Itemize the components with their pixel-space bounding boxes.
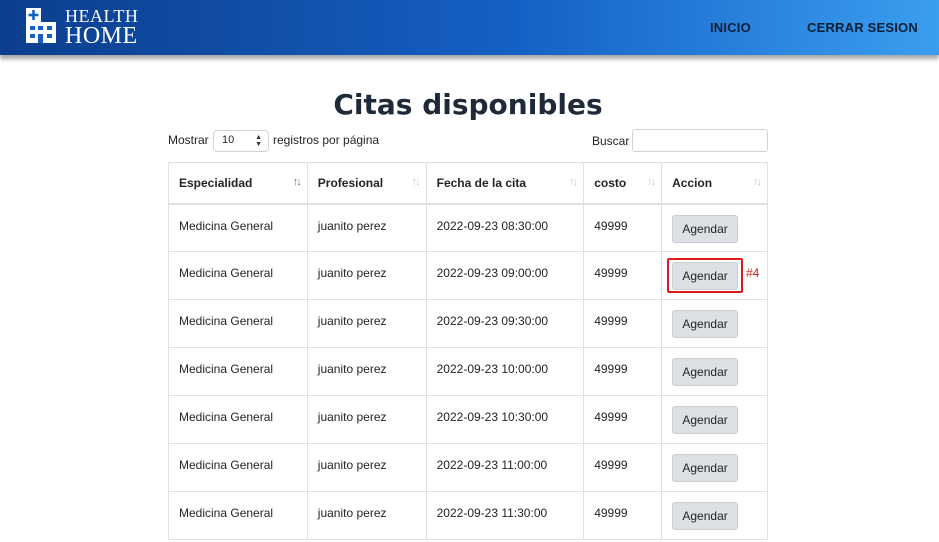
agendar-button[interactable]: Agendar — [672, 406, 739, 434]
sort-arrows-icon: ↑↓ — [569, 176, 578, 188]
especialidad-cell: Medicina General — [168, 203, 308, 252]
profesional-cell: juanito perez — [306, 443, 427, 492]
brand-logo[interactable]: HEALTH HOME — [25, 6, 165, 48]
page-length-value: 10 — [222, 134, 235, 146]
profesional-cell: juanito perez — [306, 347, 427, 396]
profesional-cell: juanito perez — [306, 491, 427, 540]
agendar-button[interactable]: Agendar — [672, 454, 739, 482]
column-header-label: Profesional — [317, 175, 384, 190]
appointments-table: Especialidad ↑↓ Profesional ↑↓ Fecha de la… — [168, 162, 768, 540]
table-row: Medicina General juanito perez 2022-09-2… — [168, 491, 768, 540]
profesional-cell: juanito perez — [306, 251, 427, 300]
accion-cell: Agendar — [661, 443, 768, 492]
profesional-cell: juanito perez — [306, 395, 427, 444]
table-row: Medicina General juanito perez 2022-09-2… — [168, 443, 768, 492]
fecha-cell: 2022-09-23 09:30:00 — [425, 299, 585, 348]
fecha-cell: 2022-09-23 11:00:00 — [425, 443, 585, 492]
accion-cell: Agendar — [661, 203, 768, 252]
fecha-cell: 2022-09-23 09:00:00 — [425, 251, 585, 300]
accion-cell: Agendar — [661, 347, 768, 396]
nav-inicio-link[interactable]: INICIO — [710, 20, 751, 35]
especialidad-cell: Medicina General — [168, 299, 308, 348]
column-header-costo[interactable]: costo ↑↓ — [583, 162, 663, 205]
agendar-button[interactable]: Agendar — [672, 310, 739, 338]
sort-arrows-icon: ↑↓ — [292, 176, 302, 188]
column-header-accion[interactable]: Accion ↑↓ — [661, 162, 768, 205]
table-row: Medicina General juanito perez 2022-09-2… — [168, 203, 768, 252]
agendar-button[interactable]: Agendar — [672, 358, 739, 386]
table-row: Medicina General juanito perez 2022-09-2… — [168, 347, 768, 396]
fecha-cell: 2022-09-23 08:30:00 — [425, 203, 585, 252]
select-arrows-icon: ▲ ▼ — [255, 134, 262, 148]
especialidad-cell: Medicina General — [168, 443, 308, 492]
costo-cell: 49999 — [583, 443, 663, 492]
length-suffix-label: registros por página — [273, 133, 380, 147]
column-header-label: Accion — [672, 175, 713, 190]
search-label: Buscar — [592, 134, 630, 148]
nav-cerrar-sesion-link[interactable]: CERRAR SESION — [807, 20, 918, 35]
sort-arrows-icon: ↑↓ — [753, 176, 762, 188]
table-row: Medicina General juanito perez 2022-09-2… — [168, 395, 768, 444]
length-prefix-label: Mostrar — [168, 133, 209, 147]
page-length-select[interactable]: 10 ▲ ▼ — [213, 130, 269, 152]
profesional-cell: juanito perez — [306, 203, 427, 252]
fecha-cell: 2022-09-23 10:30:00 — [425, 395, 585, 444]
hospital-building-icon — [26, 8, 56, 43]
agendar-button[interactable]: Agendar — [672, 214, 739, 243]
column-header-especialidad[interactable]: Especialidad ↑↓ — [168, 162, 308, 205]
accion-cell: Agendar — [661, 395, 768, 444]
accion-cell: Agendar — [661, 299, 768, 348]
fecha-cell: 2022-09-23 10:00:00 — [425, 347, 585, 396]
sort-arrows-icon: ↑↓ — [647, 176, 656, 188]
costo-cell: 49999 — [583, 491, 663, 540]
profesional-cell: juanito perez — [306, 299, 427, 348]
costo-cell: 49999 — [583, 251, 663, 300]
sort-arrows-icon: ↑↓ — [411, 176, 421, 188]
especialidad-cell: Medicina General — [168, 347, 308, 396]
especialidad-cell: Medicina General — [168, 491, 308, 540]
column-header-fecha[interactable]: Fecha de la cita ↑↓ — [425, 162, 585, 205]
column-header-label: Especialidad — [179, 175, 253, 190]
agendar-button[interactable]: Agendar — [672, 502, 739, 530]
costo-cell: 49999 — [583, 203, 663, 252]
especialidad-cell: Medicina General — [168, 395, 308, 444]
brand-name: HEALTH HOME — [65, 6, 138, 48]
fecha-cell: 2022-09-23 11:30:00 — [425, 491, 585, 540]
brand-name-line2: HOME — [65, 23, 138, 49]
column-header-profesional[interactable]: Profesional ↑↓ — [306, 162, 427, 205]
page-title: Citas disponibles — [333, 88, 603, 121]
top-navbar: HEALTH HOME INICIO CERRAR SESION — [0, 0, 939, 55]
accion-cell: Agendar — [661, 491, 768, 540]
especialidad-cell: Medicina General — [168, 251, 308, 300]
annotation-highlight-box — [667, 258, 743, 293]
annotation-label: #4 — [746, 266, 760, 280]
table-header-row: Especialidad ↑↓ Profesional ↑↓ Fecha de la… — [168, 162, 768, 205]
costo-cell: 49999 — [583, 299, 663, 348]
costo-cell: 49999 — [583, 347, 663, 396]
search-input[interactable] — [632, 129, 768, 152]
column-header-label: Fecha de la cita — [436, 175, 526, 190]
column-header-label: costo — [594, 175, 627, 190]
costo-cell: 49999 — [583, 395, 663, 444]
table-row: Medicina General juanito perez 2022-09-2… — [168, 299, 768, 348]
